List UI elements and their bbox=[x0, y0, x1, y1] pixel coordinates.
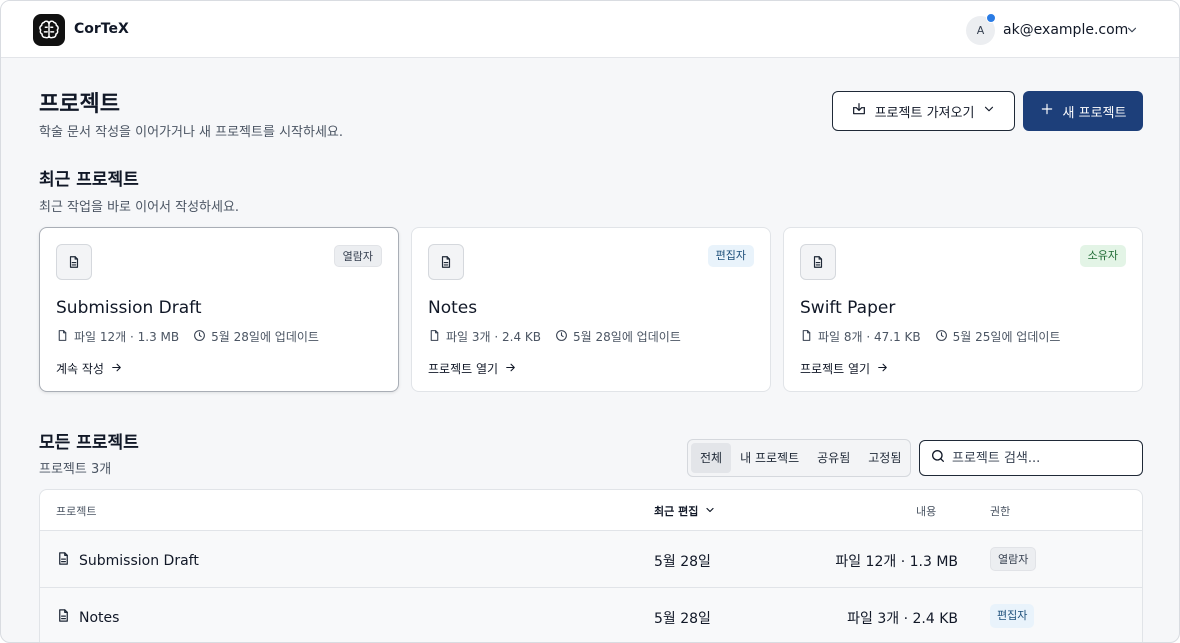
project-card-notes[interactable]: 편집자 Notes 파일 3개 · 2.4 KB 5월 28일에 업데이트 프로… bbox=[411, 227, 771, 392]
document-icon bbox=[56, 244, 92, 280]
column-header-label: 최근 편집 bbox=[654, 505, 699, 518]
card-meta: 파일 12개 · 1.3 MB 5월 28일에 업데이트 bbox=[56, 328, 319, 345]
table-row[interactable]: Submission Draft 5월 28일 파일 12개 · 1.3 MB … bbox=[40, 531, 1142, 588]
search-icon bbox=[930, 448, 946, 468]
recent-projects-title: 최근 프로젝트 bbox=[39, 170, 139, 190]
card-meta: 파일 3개 · 2.4 KB 5월 28일에 업데이트 bbox=[428, 328, 681, 345]
chevron-down-icon[interactable] bbox=[1125, 23, 1139, 41]
row-name-cell: Notes bbox=[56, 608, 119, 627]
card-updated: 5월 28일에 업데이트 bbox=[211, 330, 319, 344]
document-icon bbox=[56, 608, 71, 627]
continue-writing-link[interactable]: 계속 작성 bbox=[56, 360, 123, 377]
card-title: Notes bbox=[428, 298, 478, 318]
open-project-link[interactable]: 프로젝트 열기 bbox=[800, 360, 889, 377]
search-input[interactable] bbox=[952, 450, 1132, 466]
project-card-swift-paper[interactable]: 소유자 Swift Paper 파일 8개 · 47.1 KB 5월 25일에 … bbox=[783, 227, 1143, 392]
card-files: 파일 8개 · 47.1 KB bbox=[818, 330, 921, 344]
chevron-down-icon bbox=[982, 102, 996, 120]
role-badge: 열람자 bbox=[333, 245, 382, 267]
card-files: 파일 12개 · 1.3 MB bbox=[74, 330, 180, 344]
row-date: 5월 28일 bbox=[654, 554, 711, 570]
project-card-submission-draft[interactable]: 열람자 Submission Draft 파일 12개 · 1.3 MB 5월 … bbox=[39, 227, 399, 392]
row-content: 파일 12개 · 1.3 MB bbox=[835, 554, 958, 570]
role-badge: 열람자 bbox=[990, 547, 1037, 571]
table-header: 프로젝트 최근 편집 내용 권한 bbox=[40, 490, 1142, 531]
projects-table: 프로젝트 최근 편집 내용 권한 Submission Draft 5월 28일… bbox=[39, 489, 1143, 642]
card-title: Submission Draft bbox=[56, 298, 202, 318]
new-project-label: 새 프로젝트 bbox=[1062, 105, 1127, 121]
import-project-button[interactable]: 프로젝트 가져오기 bbox=[832, 91, 1015, 131]
filter-tab-shared[interactable]: 공유됨 bbox=[808, 443, 859, 473]
card-meta: 파일 8개 · 47.1 KB 5월 25일에 업데이트 bbox=[800, 328, 1060, 345]
file-icon bbox=[56, 329, 74, 345]
notification-dot bbox=[986, 13, 996, 23]
arrow-right-icon bbox=[876, 361, 889, 377]
all-projects-title: 모든 프로젝트 bbox=[39, 433, 139, 453]
row-role: 편집자 bbox=[990, 604, 1035, 628]
filter-tab-pinned[interactable]: 고정됨 bbox=[859, 443, 910, 473]
role-badge: 소유자 bbox=[1079, 245, 1126, 267]
row-name-cell: Submission Draft bbox=[56, 551, 199, 570]
column-header-project: 프로젝트 bbox=[56, 505, 97, 518]
chevron-down-icon bbox=[704, 504, 716, 519]
row-date: 5월 28일 bbox=[654, 611, 711, 627]
card-action-label: 프로젝트 열기 bbox=[428, 362, 499, 376]
clock-icon bbox=[555, 329, 573, 345]
clock-icon bbox=[935, 329, 953, 345]
arrow-right-icon bbox=[504, 361, 517, 377]
column-header-permission: 권한 bbox=[990, 505, 1011, 518]
user-email[interactable]: ak@example.com bbox=[1003, 22, 1128, 38]
plus-icon bbox=[1040, 102, 1054, 120]
page-subtitle: 학술 문서 작성을 이어가거나 새 프로젝트를 시작하세요. bbox=[39, 125, 344, 140]
app-window: CorTeX A ak@example.com 프로젝트 학술 문서 작성을 이… bbox=[0, 0, 1180, 643]
file-icon bbox=[428, 329, 446, 345]
recent-projects-subtitle: 최근 작업을 바로 이어서 작성하세요. bbox=[39, 200, 240, 215]
role-badge: 편집자 bbox=[707, 245, 754, 267]
row-content: 파일 3개 · 2.4 KB bbox=[847, 611, 958, 627]
card-action-label: 프로젝트 열기 bbox=[800, 362, 871, 376]
role-badge: 편집자 bbox=[990, 604, 1035, 628]
project-filter-tabs: 전체 내 프로젝트 공유됨 고정됨 bbox=[687, 439, 911, 477]
top-bar: CorTeX A ak@example.com bbox=[1, 1, 1179, 58]
filter-tab-mine[interactable]: 내 프로젝트 bbox=[731, 443, 808, 473]
open-project-link[interactable]: 프로젝트 열기 bbox=[428, 360, 517, 377]
card-title: Swift Paper bbox=[800, 298, 896, 318]
document-icon bbox=[428, 244, 464, 280]
column-header-last-edited[interactable]: 최근 편집 bbox=[654, 503, 716, 519]
import-project-label: 프로젝트 가져오기 bbox=[874, 105, 975, 121]
row-name: Notes bbox=[79, 609, 120, 626]
project-count: 프로젝트 3개 bbox=[39, 462, 112, 477]
brain-logo-icon[interactable] bbox=[33, 14, 65, 46]
card-action-label: 계속 작성 bbox=[56, 362, 104, 376]
import-icon bbox=[851, 101, 867, 121]
row-role: 열람자 bbox=[990, 547, 1037, 571]
new-project-button[interactable]: 새 프로젝트 bbox=[1023, 91, 1143, 131]
document-icon bbox=[56, 551, 71, 570]
card-files: 파일 3개 · 2.4 KB bbox=[446, 330, 542, 344]
card-updated: 5월 28일에 업데이트 bbox=[573, 330, 681, 344]
column-header-content: 내용 bbox=[916, 505, 937, 518]
file-icon bbox=[800, 329, 818, 345]
search-box bbox=[919, 440, 1143, 476]
document-icon bbox=[800, 244, 836, 280]
card-updated: 5월 25일에 업데이트 bbox=[952, 330, 1061, 344]
filter-tab-all[interactable]: 전체 bbox=[691, 443, 732, 473]
arrow-right-icon bbox=[110, 361, 123, 377]
table-row[interactable]: Notes 5월 28일 파일 3개 · 2.4 KB 편집자 bbox=[40, 588, 1142, 642]
clock-icon bbox=[193, 329, 211, 345]
row-name: Submission Draft bbox=[79, 552, 199, 569]
page-title: 프로젝트 bbox=[39, 92, 120, 117]
brand-name: CorTeX bbox=[74, 21, 129, 37]
